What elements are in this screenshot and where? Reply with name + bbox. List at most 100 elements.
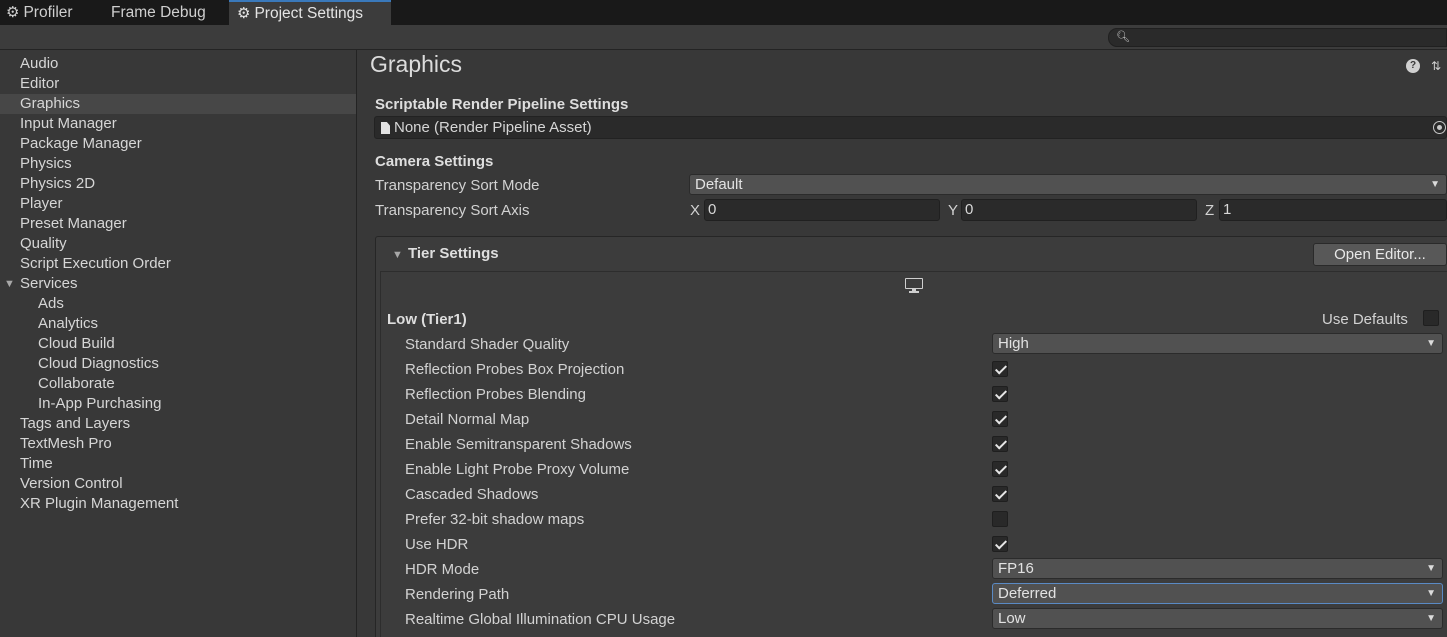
sidebar-item-player[interactable]: Player xyxy=(0,194,356,214)
sidebar-item-cloud-build[interactable]: Cloud Build xyxy=(0,334,356,354)
chevron-down-icon: ▼ xyxy=(1426,588,1436,599)
light-probe-proxy-volume-label: Enable Light Probe Proxy Volume xyxy=(405,461,630,478)
settings-panel: Graphics ? ⇅ Scriptable Render Pipeline … xyxy=(358,50,1447,637)
chevron-down-icon: ▼ xyxy=(1426,338,1436,349)
reflection-box-projection-checkbox[interactable] xyxy=(992,361,1008,377)
tab-profiler[interactable]: ⚙ Profiler xyxy=(6,0,96,25)
help-icon[interactable]: ? xyxy=(1406,59,1420,73)
axis-y-label: Y xyxy=(948,202,959,219)
sidebar-item-package-manager[interactable]: Package Manager xyxy=(0,134,356,154)
transparency-sort-mode-label: Transparency Sort Mode xyxy=(375,177,540,194)
sidebar-item-label: Physics 2D xyxy=(20,175,96,192)
sidebar-item-xr-plugin-management[interactable]: XR Plugin Management xyxy=(0,494,356,514)
sidebar-item-time[interactable]: Time xyxy=(0,454,356,474)
sidebar-item-label: Version Control xyxy=(20,475,123,492)
sidebar-item-tags-and-layers[interactable]: Tags and Layers xyxy=(0,414,356,434)
rendering-path-dropdown[interactable]: Deferred ▼ xyxy=(992,583,1443,604)
prefer-32bit-shadow-maps-label: Prefer 32-bit shadow maps xyxy=(405,511,585,528)
rendering-path-label: Rendering Path xyxy=(405,586,510,603)
sidebar-item-label: Services xyxy=(20,275,78,292)
sidebar-item-script-execution-order[interactable]: Script Execution Order xyxy=(0,254,356,274)
hdr-mode-dropdown[interactable]: FP16 ▼ xyxy=(992,558,1443,579)
cascaded-shadows-label: Cascaded Shadows xyxy=(405,486,539,503)
semitransparent-shadows-label: Enable Semitransparent Shadows xyxy=(405,436,632,453)
axis-y-field[interactable]: 0 xyxy=(961,199,1197,221)
open-editor-button[interactable]: Open Editor... xyxy=(1313,243,1447,266)
reflection-box-projection-label: Reflection Probes Box Projection xyxy=(405,361,625,378)
monitor-icon[interactable] xyxy=(905,278,923,293)
sidebar-item-label: Player xyxy=(20,195,63,212)
axis-x-label: X xyxy=(690,202,701,219)
sidebar-item-label: Package Manager xyxy=(20,135,142,152)
sidebar-item-collaborate[interactable]: Collaborate xyxy=(0,374,356,394)
use-defaults-checkbox[interactable] xyxy=(1423,310,1439,326)
sidebar-item-label: Quality xyxy=(20,235,67,252)
tab-frame-debug[interactable]: Frame Debug xyxy=(111,0,221,25)
prefer-32bit-shadow-maps-checkbox[interactable] xyxy=(992,511,1008,527)
cascaded-shadows-checkbox[interactable] xyxy=(992,486,1008,502)
collapse-triangle-icon[interactable]: ▼ xyxy=(392,249,403,261)
profiler-icon: ⚙ xyxy=(6,4,20,21)
sidebar-item-cloud-diagnostics[interactable]: Cloud Diagnostics xyxy=(0,354,356,374)
tab-bar: ⚙ Profiler Frame Debug ⚙ Project Setting… xyxy=(0,0,1447,25)
use-defaults-label: Use Defaults xyxy=(1322,311,1408,328)
standard-shader-quality-dropdown[interactable]: High ▼ xyxy=(992,333,1443,354)
sidebar-item-label: In-App Purchasing xyxy=(38,395,162,412)
axis-x-field[interactable]: 0 xyxy=(704,199,940,221)
realtime-gi-cpu-usage-dropdown[interactable]: Low ▼ xyxy=(992,608,1443,629)
sidebar-item-label: Cloud Build xyxy=(38,335,115,352)
dropdown-value: FP16 xyxy=(998,560,1034,577)
light-probe-proxy-volume-checkbox[interactable] xyxy=(992,461,1008,477)
sidebar-item-label: Audio xyxy=(20,55,59,72)
sidebar-item-label: Input Manager xyxy=(20,115,117,132)
sidebar-item-ads[interactable]: Ads xyxy=(0,294,356,314)
chevron-down-icon: ▼ xyxy=(1426,613,1436,624)
axis-z-label: Z xyxy=(1205,202,1215,219)
sidebar-item-physics-2d[interactable]: Physics 2D xyxy=(0,174,356,194)
sidebar-item-label: Collaborate xyxy=(38,375,115,392)
sidebar-item-label: Tags and Layers xyxy=(20,415,131,432)
render-pipeline-asset-field[interactable]: None (Render Pipeline Asset) xyxy=(374,116,1447,139)
sidebar-item-label: XR Plugin Management xyxy=(20,495,179,512)
reflection-blending-checkbox[interactable] xyxy=(992,386,1008,402)
dropdown-value: High xyxy=(998,335,1029,352)
gear-icon: ⚙ xyxy=(237,5,251,22)
tier-name: Low (Tier1) xyxy=(387,311,467,328)
sidebar-item-label: Ads xyxy=(38,295,64,312)
sidebar-item-label: TextMesh Pro xyxy=(20,435,112,452)
detail-normal-map-checkbox[interactable] xyxy=(992,411,1008,427)
sidebar-item-in-app-purchasing[interactable]: In-App Purchasing xyxy=(0,394,356,414)
presets-icon[interactable]: ⇅ xyxy=(1429,59,1443,73)
transparency-sort-mode-dropdown[interactable]: Default ▼ xyxy=(689,174,1447,195)
search-input[interactable]: 🔍︎ xyxy=(1108,28,1447,47)
camera-settings-heading: Camera Settings xyxy=(375,153,494,170)
sidebar-item-version-control[interactable]: Version Control xyxy=(0,474,356,494)
asset-field-value: None (Render Pipeline Asset) xyxy=(394,119,592,136)
toolbar: 🔍︎ xyxy=(0,25,1447,50)
sidebar-item-audio[interactable]: Audio xyxy=(0,54,356,74)
sidebar-item-analytics[interactable]: Analytics xyxy=(0,314,356,334)
standard-shader-quality-label: Standard Shader Quality xyxy=(405,336,570,353)
semitransparent-shadows-checkbox[interactable] xyxy=(992,436,1008,452)
sidebar-item-label: Editor xyxy=(20,75,60,92)
sidebar-item-graphics[interactable]: Graphics xyxy=(0,94,356,114)
sidebar-item-label: Preset Manager xyxy=(20,215,127,232)
sidebar-item-preset-manager[interactable]: Preset Manager xyxy=(0,214,356,234)
sidebar-item-services[interactable]: ▼ Services xyxy=(0,274,356,294)
sidebar-item-label: Graphics xyxy=(20,95,81,112)
sidebar-item-label: Cloud Diagnostics xyxy=(38,355,159,372)
tab-label: Project Settings xyxy=(254,4,364,22)
sidebar-item-editor[interactable]: Editor xyxy=(0,74,356,94)
object-picker-icon[interactable] xyxy=(1433,121,1446,134)
sidebar-item-quality[interactable]: Quality xyxy=(0,234,356,254)
tab-label: Frame Debug xyxy=(111,3,206,21)
axis-z-field[interactable]: 1 xyxy=(1219,199,1447,221)
sidebar-item-textmesh-pro[interactable]: TextMesh Pro xyxy=(0,434,356,454)
sidebar-item-input-manager[interactable]: Input Manager xyxy=(0,114,356,134)
expand-triangle-icon[interactable]: ▼ xyxy=(4,274,15,294)
use-hdr-checkbox[interactable] xyxy=(992,536,1008,552)
tab-project-settings[interactable]: ⚙ Project Settings xyxy=(229,0,391,25)
sidebar-item-physics[interactable]: Physics xyxy=(0,154,356,174)
tab-label: Profiler xyxy=(23,3,73,21)
tier-settings-heading: Tier Settings xyxy=(408,245,499,262)
